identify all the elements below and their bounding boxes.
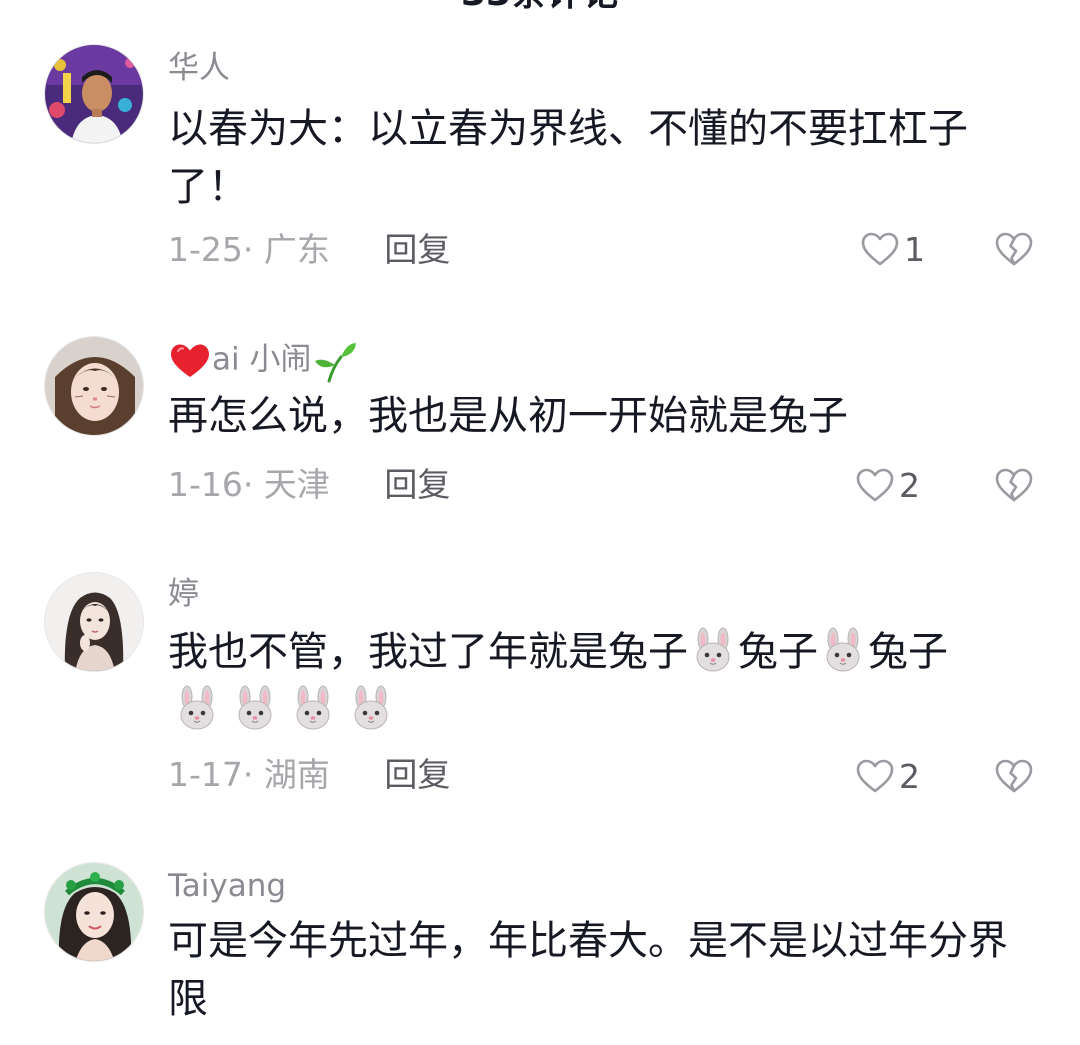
heart-icon: [855, 757, 895, 797]
like-count: 2: [899, 757, 920, 796]
heart-icon: [860, 230, 900, 270]
comments-count-title: 33条评论: [0, 0, 1080, 14]
comment-meta: 1-25· 广东 回复: [168, 230, 451, 269]
seedling-icon: [315, 343, 357, 383]
like-count: 2: [899, 466, 920, 505]
reply-button[interactable]: 回复: [384, 465, 450, 504]
broken-heart-icon[interactable]: [994, 230, 1034, 270]
comment-username[interactable]: Taiyang: [168, 866, 286, 906]
avatar[interactable]: [44, 44, 144, 144]
rabbit-face-icon: [174, 685, 220, 731]
rabbit-face-icon: [290, 685, 336, 731]
avatar[interactable]: [44, 336, 144, 436]
comment-text: 再怎么说，我也是从初一开始就是兔子: [168, 393, 848, 439]
comment-username[interactable]: ai 小闹: [168, 339, 357, 383]
rabbit-face-icon: [348, 685, 394, 731]
avatar[interactable]: [44, 862, 144, 962]
comment-username[interactable]: 华人: [168, 48, 230, 88]
comment-text: 可是今年先过年，年比春大。是不是以过年分界限: [168, 918, 1008, 1022]
like-count: 1: [904, 230, 925, 269]
comment-text: 我也不管，我过了年就是兔子 兔子 兔子: [168, 623, 1028, 739]
comment-date: 1-25: [168, 230, 243, 269]
comment-date: 1-17: [168, 755, 243, 794]
broken-heart-icon[interactable]: [994, 757, 1034, 797]
comment-location: 湖南: [263, 755, 330, 794]
rabbit-face-icon: [820, 627, 866, 673]
rabbit-face-icon: [232, 685, 278, 731]
comment-username-text: ai 小闹: [212, 341, 312, 378]
comment-location: 广东: [263, 230, 330, 269]
comment-username[interactable]: 婷: [168, 574, 199, 614]
like-button[interactable]: 2: [855, 466, 920, 506]
reply-button[interactable]: 回复: [384, 230, 450, 269]
red-heart-icon: [171, 344, 209, 377]
heart-icon: [855, 466, 895, 506]
like-button[interactable]: 1: [860, 230, 925, 270]
comment-text: 以春为大：以立春为界线、不懂的不要扛杠子了！: [168, 106, 968, 210]
rabbit-face-icon: [690, 627, 736, 673]
comment-location: 天津: [263, 465, 330, 504]
comment-meta: 1-16· 天津 回复: [168, 465, 451, 504]
broken-heart-icon[interactable]: [994, 466, 1034, 506]
comment-meta: 1-17· 湖南 回复: [168, 755, 451, 794]
like-button[interactable]: 2: [855, 757, 920, 797]
reply-button[interactable]: 回复: [384, 755, 450, 794]
comment-date: 1-16: [168, 465, 243, 504]
avatar[interactable]: [44, 572, 144, 672]
